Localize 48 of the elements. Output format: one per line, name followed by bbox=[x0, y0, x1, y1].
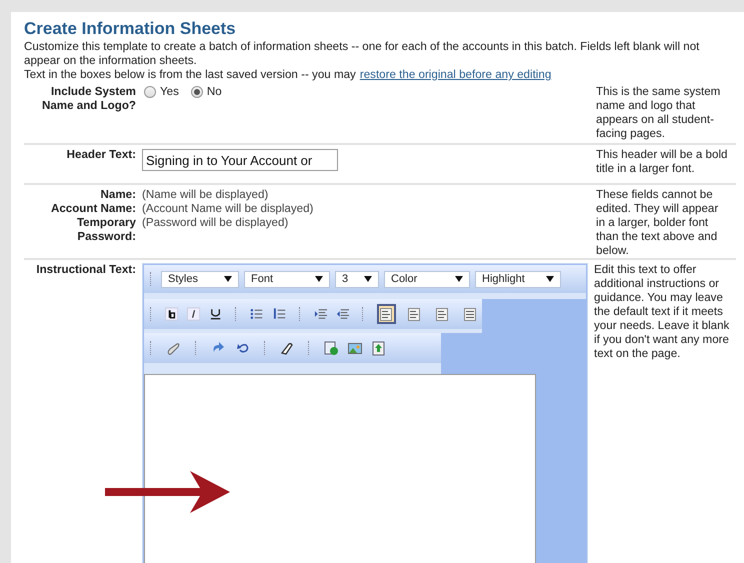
dropdown[interactable]: 3 bbox=[335, 270, 379, 288]
radio-label: No bbox=[206, 85, 222, 99]
intro-text: Customize this template to create a batch of information sheets -- one for each of the accounts in this batch. Fields left blank will not appear on the information sheets. bbox=[24, 40, 700, 68]
align-icon bbox=[464, 308, 476, 320]
align-icon bbox=[436, 308, 448, 320]
dropdown[interactable]: Font bbox=[244, 270, 330, 288]
caret-icon bbox=[224, 276, 232, 282]
text-editor-area[interactable] bbox=[144, 374, 536, 563]
field-label: Name: bbox=[100, 188, 136, 202]
restore-link[interactable]: restore the original before any editing bbox=[360, 68, 552, 82]
dropdown[interactable]: Color bbox=[384, 270, 470, 288]
align-icon bbox=[380, 308, 392, 320]
align-button[interactable] bbox=[376, 304, 396, 324]
radio-button[interactable] bbox=[190, 86, 203, 98]
page-title: Create Information Sheets bbox=[24, 19, 237, 39]
field-label: Account Name: bbox=[50, 202, 136, 216]
image-icon[interactable] bbox=[348, 342, 362, 354]
field-label: Temporary Password: bbox=[76, 216, 136, 244]
outdent-icon[interactable] bbox=[336, 307, 349, 321]
bold-icon[interactable] bbox=[164, 307, 178, 321]
caret-icon bbox=[546, 276, 554, 282]
caret-icon bbox=[455, 276, 463, 282]
radio-label: Yes bbox=[160, 85, 179, 99]
help-text: This is the same system name and logo that appears on all student-facing pages. bbox=[596, 85, 722, 141]
align-icon bbox=[408, 308, 420, 320]
field-label: Include System Name and Logo? bbox=[40, 85, 136, 113]
indent-icon[interactable] bbox=[314, 307, 327, 321]
help-text: These fields cannot be edited. They will appear in a larger, bolder font than the text above and below. bbox=[596, 188, 720, 258]
note-text: Text in the boxes below is from the last saved version -- you may bbox=[24, 68, 356, 82]
help-text: This header will be a bold title in a larger font. bbox=[596, 148, 728, 176]
field-label: Instructional Text: bbox=[35, 263, 136, 277]
caret-icon bbox=[364, 276, 372, 282]
undo-icon[interactable] bbox=[236, 341, 250, 355]
dropdown[interactable]: Highlight bbox=[475, 270, 561, 288]
field-value: (Name will be displayed) bbox=[142, 188, 270, 202]
underline-icon[interactable] bbox=[209, 307, 222, 321]
eraser-icon[interactable] bbox=[280, 341, 294, 355]
help-text: Edit this text to offer additional instructions or guidance. You may leave the default text if it meets your needs. Leave it blank if you don't want any more text on the page. bbox=[594, 263, 730, 361]
field-label: Header Text: bbox=[66, 148, 136, 162]
caret-icon bbox=[315, 276, 323, 282]
bullet-list-icon[interactable] bbox=[250, 307, 264, 321]
radio-button[interactable] bbox=[144, 86, 156, 98]
upload-icon[interactable] bbox=[372, 340, 385, 356]
dropdown[interactable]: Styles bbox=[161, 270, 239, 288]
field-value: (Password will be displayed) bbox=[142, 216, 290, 230]
header-text-field[interactable]: Signing in to Your Account or bbox=[142, 149, 338, 171]
italic-icon[interactable] bbox=[187, 307, 200, 321]
field-value: (Account Name will be displayed) bbox=[142, 202, 314, 216]
